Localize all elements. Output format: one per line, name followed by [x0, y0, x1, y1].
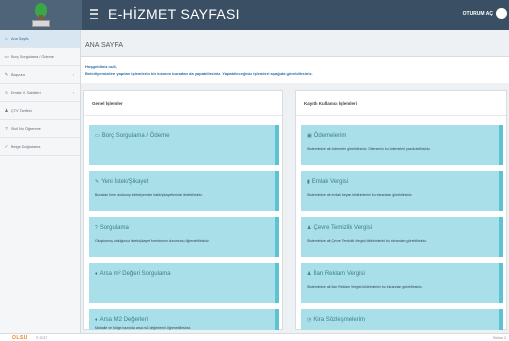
- municipality-logo[interactable]: [0, 0, 82, 30]
- card-title: Ödemelerim: [313, 133, 347, 139]
- sidebar-item-label: ÇTV Tarifesi: [11, 108, 32, 113]
- site-title: E-HİZMET SAYFASI: [108, 6, 240, 22]
- main-content: ANA SAYFA Hoşgeldiniz null, Belediyemizd…: [81, 30, 509, 333]
- sidebar-item-ctv-tariff[interactable]: ♟ ÇTV Tarifesi: [0, 102, 80, 120]
- top-navbar: E-HİZMET SAYFASI OTURUM AÇ: [0, 0, 509, 30]
- sidebar-item-registry-number[interactable]: ? Sicil No Öğrenme: [0, 120, 80, 138]
- list-icon: ≡: [5, 90, 8, 95]
- building-icon: ▮: [307, 179, 310, 185]
- footer: OLSU © 2017 Sürüm 2: [0, 333, 509, 341]
- pencil-icon: ✎: [95, 179, 100, 185]
- card-debt-query[interactable]: ▭ Borç Sorgulama / Ödeme: [89, 125, 279, 165]
- card-description: Sistemimize ait Çevre Temizlik Vergisi b…: [307, 239, 427, 243]
- sidebar-item-label: Başvuru: [11, 72, 25, 77]
- footer-brand-logo: OLSU: [12, 335, 28, 341]
- card-land-value-query[interactable]: ♦ Arsa m² Değeri Sorgulama: [89, 263, 279, 303]
- home-icon: ⌂: [5, 36, 8, 41]
- sidebar-item-debt-query[interactable]: ▭ Borç Sorgulama / Ödeme: [0, 48, 80, 66]
- footer-copyright: © 2017: [36, 336, 48, 340]
- drop-icon: ♦: [95, 271, 98, 277]
- card-environment-tax[interactable]: ♟ Çevre Temizlik Vergisi Sistemimize ait …: [301, 217, 503, 257]
- welcome-text: Belediyemizden yapılan işlemlerin bir kı…: [85, 71, 313, 76]
- card-new-request[interactable]: ✎ Yeni İstek/Şikayet Buradan form dolduru…: [89, 171, 279, 211]
- panel-title: Genel İşlemler: [84, 91, 282, 116]
- card-title: Arsa m² Değeri Sorgulama: [99, 271, 171, 277]
- card-property-tax[interactable]: ▮ Emlak Vergisi Sistemimize ait emlak bey…: [301, 171, 503, 211]
- sidebar-item-property-tax-constants[interactable]: ≡ Emlak V. Sabitleri ›: [0, 84, 80, 102]
- sidebar-item-label: Borç Sorgulama / Ödeme: [11, 54, 54, 59]
- card-inquiry[interactable]: ? Sorgulama Oluşturmuş olduğunuz istek/şi…: [89, 217, 279, 257]
- chevron-right-icon: ›: [72, 72, 74, 77]
- card-title: Arsa M2 Değerleri: [99, 317, 148, 323]
- card-advertising-tax[interactable]: ♟ İlan Reklam Vergisi Sistemimize ait İla…: [301, 263, 503, 303]
- card-description: Sistemimize ait İlan Reklam Vergisi bild…: [307, 285, 423, 289]
- registered-user-panel: Kayıtlı Kullanıcı İşlemleri ▣ Ödemelerim …: [295, 90, 507, 330]
- chevron-right-icon: ›: [72, 90, 74, 95]
- card-description: Sistemimize ait emlak beyan bildirimleri…: [307, 193, 413, 197]
- card-title: İlan Reklam Vergisi: [313, 271, 365, 277]
- card-title: Sorgulama: [99, 225, 129, 231]
- card-icon: ▭: [95, 133, 100, 139]
- menu-toggle-icon[interactable]: [90, 9, 98, 19]
- card-title: Yeni İstek/Şikayet: [101, 179, 149, 185]
- sidebar-item-home[interactable]: ⌂ Ana Sayfa: [0, 30, 80, 48]
- card-icon: ▭: [4, 54, 9, 59]
- card-rental-contracts[interactable]: ◷ Kira Sözleşmelerim: [301, 309, 503, 330]
- card-my-payments[interactable]: ▣ Ödemelerim Sistemimize ait ödemeler gör…: [301, 125, 503, 165]
- user-avatar-icon[interactable]: [496, 8, 507, 19]
- sidebar-item-application[interactable]: ✎ Başvuru ›: [0, 66, 80, 84]
- person-icon: ♟: [4, 108, 9, 113]
- check-icon: ✓: [4, 144, 9, 149]
- card-description: Buradan form doldurup belediyemize istek…: [95, 193, 203, 197]
- help-icon: ?: [5, 126, 8, 131]
- help-icon: ?: [95, 225, 98, 231]
- person-icon: ♟: [307, 225, 312, 231]
- card-title: Kira Sözleşmelerim: [313, 317, 366, 323]
- sidebar: ⌂ Ana Sayfa ▭ Borç Sorgulama / Ödeme ✎ B…: [0, 30, 81, 333]
- card-land-values[interactable]: ♦ Arsa M2 Değerleri Mahalle ve bölge bazı…: [89, 309, 279, 330]
- drop-icon: ♦: [95, 317, 98, 323]
- welcome-message: Hoşgeldiniz null, Belediyemizden yapılan…: [81, 57, 509, 83]
- card-description: Sistemimize ait ödemeler görebilirsiniz.…: [307, 147, 431, 151]
- login-link[interactable]: OTURUM AÇ: [463, 11, 493, 17]
- card-title: Emlak Vergisi: [311, 179, 349, 185]
- logo-emblem-icon: [32, 3, 50, 27]
- page-title: ANA SAYFA: [85, 42, 123, 49]
- clock-icon: ◷: [307, 317, 312, 323]
- card-description: Mahalle ve bölge bazında arsa m2 değerle…: [95, 326, 192, 330]
- general-operations-panel: Genel İşlemler ▭ Borç Sorgulama / Ödeme ✎…: [83, 90, 283, 330]
- sidebar-item-label: Belge Doğrulama: [11, 144, 41, 149]
- card-title: Borç Sorgulama / Ödeme: [101, 133, 170, 139]
- card-title: Çevre Temizlik Vergisi: [313, 225, 373, 231]
- welcome-greeting: Hoşgeldiniz null,: [85, 64, 117, 69]
- panel-title: Kayıtlı Kullanıcı İşlemleri: [296, 91, 506, 116]
- pencil-icon: ✎: [4, 72, 9, 77]
- money-icon: ▣: [307, 133, 312, 139]
- sidebar-item-label: Ana Sayfa: [11, 36, 29, 41]
- footer-version: Sürüm 2: [492, 336, 506, 340]
- person-icon: ♟: [307, 271, 312, 277]
- sidebar-item-label: Sicil No Öğrenme: [11, 126, 41, 131]
- sidebar-item-label: Emlak V. Sabitleri: [11, 90, 41, 95]
- sidebar-item-document-verification[interactable]: ✓ Belge Doğrulama: [0, 138, 80, 156]
- card-description: Oluşturmuş olduğunuz istek/şikayet forml…: [95, 239, 210, 243]
